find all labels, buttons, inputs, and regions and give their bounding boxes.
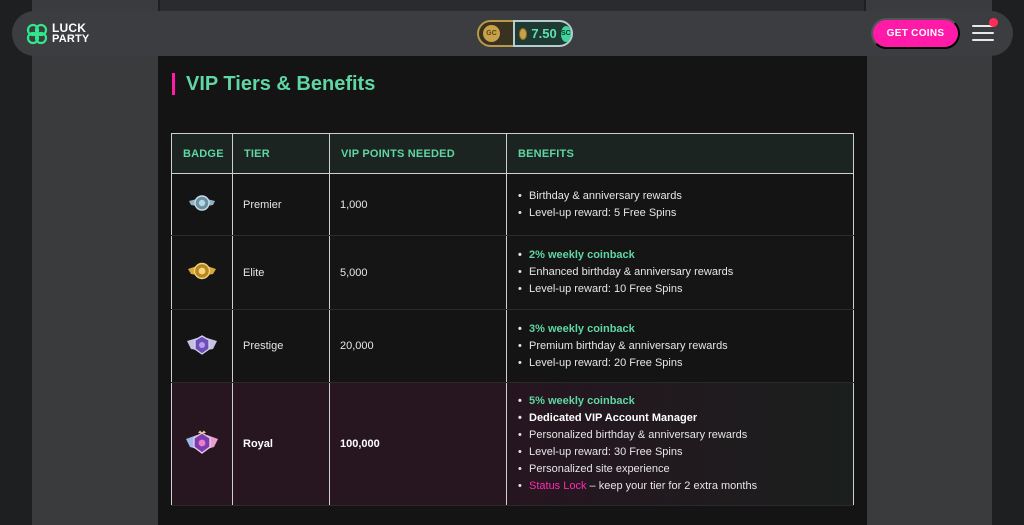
tier-name: Premier (232, 173, 330, 236)
sweeps-coins-amount: 7.50 (531, 26, 557, 41)
benefits-list: 2% weekly coinback Enhanced birthday & a… (517, 247, 853, 298)
royal-badge-icon (185, 430, 219, 459)
benefits-cell: 2% weekly coinback Enhanced birthday & a… (506, 235, 854, 310)
table-row: Royal 100,000 5% weekly coinback Dedicat… (171, 382, 854, 506)
elite-badge-icon (187, 260, 217, 285)
table-row: Prestige 20,000 3% weekly coinback Premi… (171, 309, 854, 383)
points-needed: 1,000 (329, 173, 507, 236)
benefit-item-highlight: 5% weekly coinback (518, 393, 853, 410)
benefit-item: Birthday & anniversary rewards (518, 188, 853, 205)
hamburger-icon[interactable] (972, 25, 994, 41)
logo-wordmark: LUCK PARTY (52, 20, 90, 45)
points-needed: 5,000 (329, 235, 507, 310)
benefits-cell: 5% weekly coinback Dedicated VIP Account… (506, 382, 854, 506)
benefit-item-highlight: 3% weekly coinback (518, 321, 853, 338)
badge-cell (171, 173, 233, 236)
benefit-item: Level-up reward: 20 Free Spins (518, 355, 853, 372)
table-row: Premier 1,000 Birthday & anniversary rew… (171, 173, 854, 236)
coin-mini-icon (519, 27, 528, 40)
benefits-cell: Birthday & anniversary rewards Level-up … (506, 173, 854, 236)
sweeps-coin-icon: SC (560, 25, 571, 42)
logo-word-luck: LUCK (52, 20, 87, 35)
benefit-item: Status Lock – keep your tier for 2 extra… (518, 478, 853, 495)
coin-balance[interactable]: GC 7.50 SC (477, 20, 573, 47)
benefit-item-bold: Dedicated VIP Account Manager (518, 410, 853, 427)
status-lock-description: – keep your tier for 2 extra months (586, 480, 758, 492)
badge-cell (171, 235, 233, 310)
prestige-badge-icon (186, 333, 218, 360)
sweeps-coins-toggle[interactable]: 7.50 SC (513, 20, 573, 47)
benefits-list: 5% weekly coinback Dedicated VIP Account… (517, 393, 853, 495)
benefits-cell: 3% weekly coinback Premium birthday & an… (506, 309, 854, 383)
premier-badge-icon (187, 192, 217, 217)
benefit-item: Level-up reward: 10 Free Spins (518, 281, 853, 298)
background-frame-right (866, 0, 992, 525)
logo-link[interactable]: LUCK PARTY (24, 21, 89, 47)
tier-name: Prestige (232, 309, 330, 383)
benefit-item-highlight: 2% weekly coinback (518, 247, 853, 264)
status-lock-link[interactable]: Status Lock (529, 480, 586, 492)
tier-name: Royal (232, 382, 330, 506)
logo-word-party: PARTY (52, 32, 90, 45)
column-header-tier: TIER (232, 133, 330, 174)
background-frame-left (32, 0, 158, 525)
column-header-benefits: BENEFITS (506, 133, 854, 174)
vip-tiers-table: BADGE TIER VIP POINTS NEEDED BENEFITS Pr… (171, 133, 854, 506)
points-needed: 100,000 (329, 382, 507, 506)
clover-logo-icon (24, 21, 50, 47)
tier-name: Elite (232, 235, 330, 310)
get-coins-button[interactable]: GET COINS (871, 18, 960, 49)
main-content: VIP Tiers & Benefits BADGE TIER VIP POIN… (158, 56, 867, 525)
benefit-item: Level-up reward: 30 Free Spins (518, 444, 853, 461)
top-navbar: LUCK PARTY GC 7.50 SC GET COINS (12, 11, 1013, 56)
benefit-item: Enhanced birthday & anniversary rewards (518, 264, 853, 281)
benefit-item: Level-up reward: 5 Free Spins (518, 205, 853, 222)
points-needed: 20,000 (329, 309, 507, 383)
gold-coin-icon: GC (483, 25, 500, 42)
benefit-item: Personalized birthday & anniversary rewa… (518, 427, 853, 444)
benefit-item: Premium birthday & anniversary rewards (518, 338, 853, 355)
notification-dot (989, 18, 998, 27)
benefits-list: 3% weekly coinback Premium birthday & an… (517, 321, 853, 372)
benefit-item: Personalized site experience (518, 461, 853, 478)
benefits-list: Birthday & anniversary rewards Level-up … (517, 188, 853, 222)
badge-cell (171, 309, 233, 383)
column-header-points: VIP POINTS NEEDED (329, 133, 507, 174)
gold-coins-toggle[interactable]: GC (477, 20, 517, 47)
badge-cell (171, 382, 233, 506)
page-title: VIP Tiers & Benefits (172, 73, 375, 95)
table-header-row: BADGE TIER VIP POINTS NEEDED BENEFITS (171, 133, 854, 174)
table-row: Elite 5,000 2% weekly coinback Enhanced … (171, 235, 854, 310)
column-header-badge: BADGE (171, 133, 233, 174)
